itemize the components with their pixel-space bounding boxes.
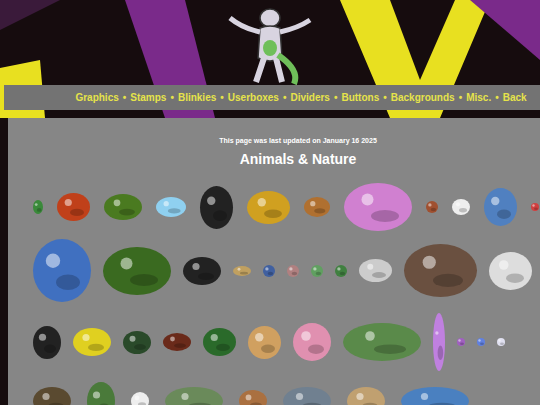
clipart-image xyxy=(358,258,393,283)
page: Graphics•Stamps•Blinkies•Userboxes•Divid… xyxy=(0,0,540,405)
page-title: Animals & Nature xyxy=(240,150,357,168)
gallery-row xyxy=(32,238,540,303)
graphics-gallery xyxy=(8,182,540,405)
clipart-image xyxy=(155,196,187,218)
clipart-image xyxy=(164,386,224,405)
clipart-image xyxy=(342,322,422,362)
nav-separator: • xyxy=(495,92,499,103)
nav-separator: • xyxy=(170,92,174,103)
clipart-image xyxy=(310,264,324,278)
clipart-image xyxy=(247,325,282,360)
content-panel: This page was last updated on January 16… xyxy=(8,118,540,405)
clipart-image xyxy=(72,327,112,357)
clipart-image xyxy=(403,243,478,298)
nav-link[interactable]: Graphics xyxy=(75,92,118,103)
nav-separator: • xyxy=(123,92,127,103)
nav-link[interactable]: Buttons xyxy=(341,92,379,103)
nav-link[interactable]: Backgrounds xyxy=(391,92,455,103)
clipart-image xyxy=(282,386,332,405)
clipart-image xyxy=(182,256,222,286)
nav-link[interactable]: Stamps xyxy=(130,92,166,103)
nav-link[interactable]: Misc. xyxy=(466,92,491,103)
clipart-image xyxy=(102,246,172,296)
nav-separator: • xyxy=(383,92,387,103)
clipart-image xyxy=(32,386,72,405)
nav-bar: Graphics•Stamps•Blinkies•Userboxes•Divid… xyxy=(4,85,540,110)
clipart-image xyxy=(483,187,518,227)
clipart-image xyxy=(476,337,486,347)
clipart-image xyxy=(343,182,413,232)
clipart-image xyxy=(162,332,192,352)
clipart-image xyxy=(32,199,44,215)
clipart-image xyxy=(238,389,268,405)
clipart-image xyxy=(303,196,331,218)
clipart-image xyxy=(122,330,152,355)
clipart-image xyxy=(496,337,506,347)
clipart-image xyxy=(334,264,348,278)
clipart-image xyxy=(202,327,237,357)
nav-link[interactable]: Dividers xyxy=(290,92,329,103)
last-updated-text: This page was last updated on January 16… xyxy=(219,136,377,146)
clipart-image xyxy=(346,386,386,405)
clipart-image xyxy=(232,265,252,277)
clipart-image xyxy=(32,325,62,360)
clipart-image xyxy=(488,251,533,291)
gallery-row xyxy=(32,309,540,375)
clipart-image xyxy=(400,386,470,405)
nav-link[interactable]: Userboxes xyxy=(228,92,279,103)
clipart-image xyxy=(451,198,471,216)
clipart-image xyxy=(246,190,291,225)
clipart-image xyxy=(286,264,300,278)
clipart-image xyxy=(103,193,143,221)
nav-separator: • xyxy=(283,92,287,103)
clipart-image xyxy=(292,322,332,362)
nav-link[interactable]: Blinkies xyxy=(178,92,216,103)
clipart-image xyxy=(130,391,150,405)
nav-separator: • xyxy=(459,92,463,103)
clipart-image xyxy=(425,200,439,214)
nav-separator: • xyxy=(334,92,338,103)
clipart-image xyxy=(432,312,446,372)
clipart-image xyxy=(199,185,234,230)
nav-separator: • xyxy=(220,92,224,103)
gallery-row xyxy=(32,381,540,405)
nav-link[interactable]: Back xyxy=(503,92,527,103)
clipart-image xyxy=(86,381,116,405)
header-banner: Graphics•Stamps•Blinkies•Userboxes•Divid… xyxy=(0,0,540,118)
clipart-image xyxy=(56,192,91,222)
clipart-image xyxy=(456,337,466,347)
gallery-row xyxy=(32,182,540,232)
clipart-image xyxy=(32,238,92,303)
clipart-image xyxy=(530,202,540,212)
clipart-image xyxy=(262,264,276,278)
mascot-image xyxy=(220,0,320,85)
